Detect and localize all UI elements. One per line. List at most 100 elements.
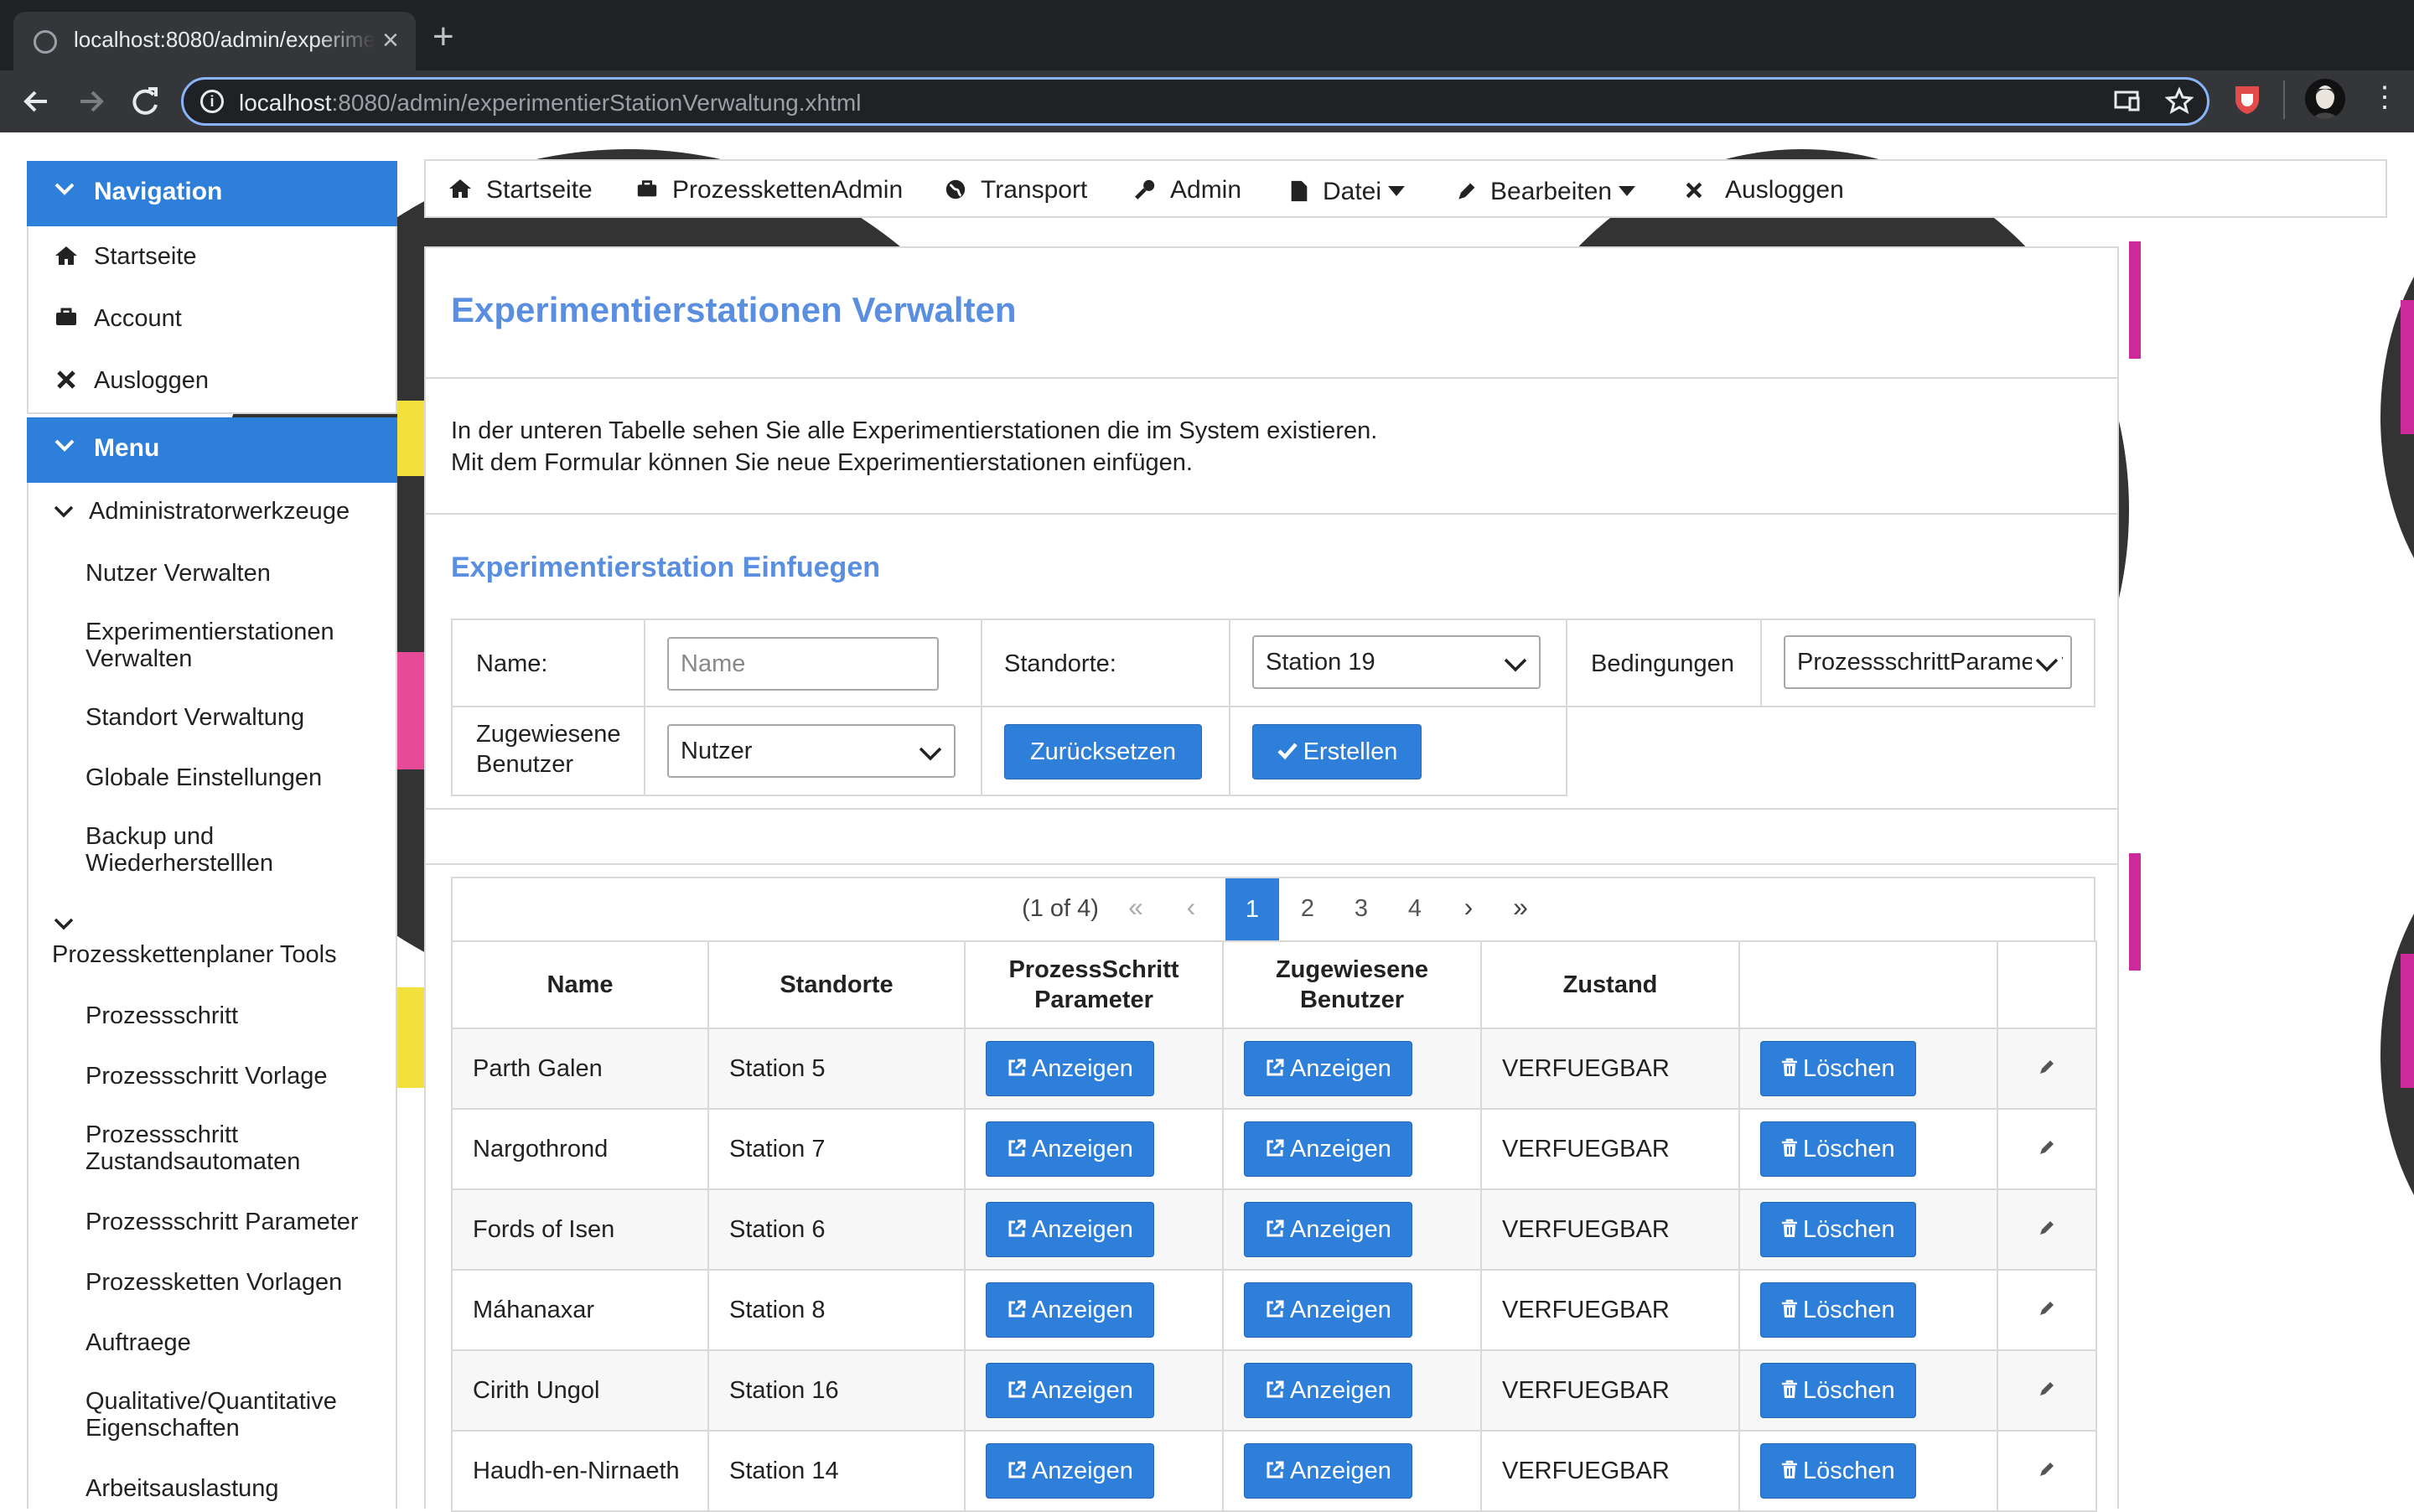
reset-button[interactable]: Zurücksetzen <box>1004 724 1202 779</box>
create-button[interactable]: Erstellen <box>1252 724 1422 779</box>
show-users-button[interactable]: Anzeigen <box>1244 1121 1412 1177</box>
external-link-icon <box>1007 1446 1027 1499</box>
column-header-name[interactable]: Name <box>451 940 709 1029</box>
cell-standort: Station 14 <box>707 1430 966 1512</box>
extension-shield-icon[interactable] <box>2233 84 2261 120</box>
pager-page-3[interactable]: 3 <box>1343 895 1380 923</box>
show-parameter-button[interactable]: Anzeigen <box>986 1041 1154 1096</box>
table-row: Fords of Isen Station 6 Anzeigen Anzeigen VE… <box>451 1188 2097 1271</box>
column-header-benutzer[interactable]: Zugewiesene Benutzer <box>1222 940 1482 1029</box>
menu-item-experimentierstationen-verwalten[interactable]: Experimentierstationen Verwalten <box>85 619 379 672</box>
show-parameter-button[interactable]: Anzeigen <box>986 1363 1154 1418</box>
nav-item-startseite[interactable]: Startseite <box>28 243 397 277</box>
menu-item-prozessschritt-vorlage[interactable]: Prozessschritt Vorlage <box>85 1063 328 1090</box>
delete-button[interactable]: Löschen <box>1760 1282 1916 1338</box>
forward-icon[interactable] <box>72 82 111 121</box>
menu-item-backup[interactable]: Backup und Wiederherstelllen <box>85 823 337 877</box>
tab-close-icon[interactable]: × <box>382 23 399 57</box>
trash-icon <box>1781 1124 1798 1178</box>
menu-item-prozessschritt-zustandsautomaten[interactable]: Prozessschritt Zustandsautomaten <box>85 1121 362 1175</box>
pencil-icon[interactable] <box>2038 1297 2056 1324</box>
show-users-button[interactable]: Anzeigen <box>1244 1443 1412 1499</box>
pencil-icon[interactable] <box>2038 1216 2056 1244</box>
delete-button[interactable]: Löschen <box>1760 1121 1916 1177</box>
pager-first-icon[interactable]: « <box>1123 892 1148 923</box>
nav-item-ausloggen[interactable]: Ausloggen <box>28 367 397 401</box>
menu-item-globale-einstellungen[interactable]: Globale Einstellungen <box>85 764 322 791</box>
menubar-item-datei[interactable]: Datei <box>1289 176 1406 210</box>
name-input[interactable]: Name <box>667 637 939 691</box>
bedingungen-select[interactable]: ProzessschrittParameter <box>1784 635 2072 689</box>
bookmark-star-icon[interactable] <box>2164 86 2194 122</box>
show-parameter-button[interactable]: Anzeigen <box>986 1121 1154 1177</box>
external-link-icon <box>1007 1204 1027 1258</box>
column-header-standorte[interactable]: Standorte <box>707 940 966 1029</box>
pager-page-4[interactable]: 4 <box>1396 895 1433 923</box>
show-parameter-button[interactable]: Anzeigen <box>986 1443 1154 1499</box>
pager-page-2[interactable]: 2 <box>1289 895 1326 923</box>
menubar-item-ausloggen[interactable]: Ausloggen <box>1683 176 1844 208</box>
delete-button[interactable]: Löschen <box>1760 1202 1916 1257</box>
delete-button[interactable]: Löschen <box>1760 1041 1916 1096</box>
nav-item-account[interactable]: Account <box>28 305 397 339</box>
address-bar[interactable]: i localhost:8080/admin/experimentierStat… <box>181 77 2209 126</box>
main-panel: Experimentierstationen Verwalten In der … <box>424 246 2119 1512</box>
profile-avatar[interactable] <box>2305 79 2345 119</box>
column-header-parameter[interactable]: ProzessSchritt Parameter <box>964 940 1224 1029</box>
menubar-item-startseite[interactable]: Startseite <box>448 176 593 208</box>
cell-zustand: VERFUEGBAR <box>1480 1430 1740 1512</box>
menu-title: Menu <box>94 434 160 462</box>
cell-name: Fords of Isen <box>451 1188 709 1271</box>
new-tab-icon[interactable]: + <box>433 18 454 55</box>
delete-button[interactable]: Löschen <box>1760 1443 1916 1499</box>
cell-delete: Löschen <box>1738 1269 1998 1351</box>
table-row: Nargothrond Station 7 Anzeigen Anzeigen VERF… <box>451 1108 2097 1190</box>
menu-item-nutzer-verwalten[interactable]: Nutzer Verwalten <box>85 560 271 587</box>
external-link-icon <box>1265 1124 1285 1178</box>
users-select[interactable]: Nutzer <box>667 724 956 778</box>
menu-group-planner[interactable]: Prozesskettenplaner Tools <box>52 912 387 968</box>
page-title: Experimentierstationen Verwalten <box>451 290 1017 329</box>
show-parameter-button[interactable]: Anzeigen <box>986 1202 1154 1257</box>
pager-next-icon[interactable]: › <box>1450 892 1487 923</box>
menubar-item-prozesskettenadmin[interactable]: ProzesskettenAdmin <box>635 176 903 208</box>
cell-delete: Löschen <box>1738 1028 1998 1110</box>
pencil-icon[interactable] <box>2038 1055 2056 1083</box>
tab-title: localhost:8080/admin/experimentierStatio… <box>74 27 376 52</box>
pencil-icon[interactable] <box>2038 1377 2056 1405</box>
show-users-button[interactable]: Anzeigen <box>1244 1202 1412 1257</box>
info-icon[interactable]: i <box>200 90 224 113</box>
menu-panel-header[interactable]: Menu <box>27 417 397 483</box>
menubar-item-bearbeiten[interactable]: Bearbeiten <box>1455 176 1636 210</box>
standorte-select[interactable]: Station 19 <box>1252 635 1541 689</box>
menu-item-prozessketten-vorlagen[interactable]: Prozessketten Vorlagen <box>85 1269 342 1296</box>
column-header-zustand[interactable]: Zustand <box>1480 940 1740 1029</box>
check-icon <box>1277 727 1298 780</box>
show-parameter-button[interactable]: Anzeigen <box>986 1282 1154 1338</box>
users-label: Zugewiesene Benutzer <box>476 721 621 778</box>
menu-item-auftraege[interactable]: Auftraege <box>85 1329 191 1356</box>
reload-icon[interactable] <box>126 82 164 121</box>
pencil-icon[interactable] <box>2038 1136 2056 1163</box>
browser-menu-icon[interactable]: ⋮ <box>2370 80 2399 114</box>
menu-item-eigenschaften[interactable]: Qualitative/Quantitative Eigenschaften <box>85 1388 370 1442</box>
cast-icon[interactable] <box>2113 86 2142 122</box>
back-icon[interactable] <box>17 82 55 121</box>
show-users-button[interactable]: Anzeigen <box>1244 1363 1412 1418</box>
form-cell: Erstellen <box>1229 706 1567 796</box>
pencil-icon[interactable] <box>2038 1458 2056 1485</box>
menubar-item-transport[interactable]: Transport <box>944 176 1087 208</box>
delete-button[interactable]: Löschen <box>1760 1363 1916 1418</box>
menu-item-standort-verwaltung[interactable]: Standort Verwaltung <box>85 704 304 731</box>
show-users-button[interactable]: Anzeigen <box>1244 1282 1412 1338</box>
browser-tab[interactable]: localhost:8080/admin/experimentierStatio… <box>13 12 416 70</box>
show-users-button[interactable]: Anzeigen <box>1244 1041 1412 1096</box>
menu-item-prozessschritt[interactable]: Prozessschritt <box>85 1002 238 1029</box>
menubar-item-admin[interactable]: Admin <box>1133 176 1241 208</box>
menu-item-prozessschritt-parameter[interactable]: Prozessschritt Parameter <box>85 1209 359 1235</box>
navigation-panel-header[interactable]: Navigation <box>27 161 397 226</box>
pager-page-1[interactable]: 1 <box>1225 878 1279 940</box>
menu-item-arbeitsauslastung[interactable]: Arbeitsauslastung <box>85 1475 279 1502</box>
pager-prev-icon[interactable]: ‹ <box>1179 892 1204 923</box>
pager-last-icon[interactable]: » <box>1502 892 1539 923</box>
